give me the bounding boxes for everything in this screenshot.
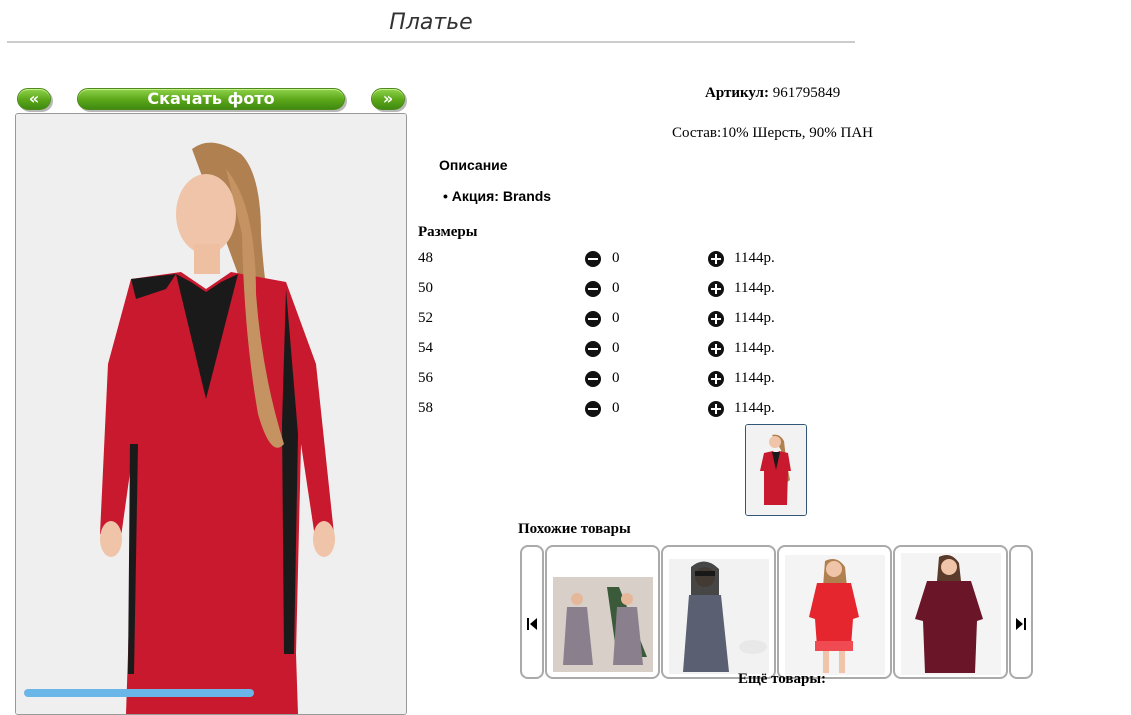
size-value: 56 bbox=[418, 370, 433, 386]
composition-text: Состав:10% Шерсть, 90% ПАН bbox=[672, 125, 874, 141]
carousel-prev-button[interactable] bbox=[520, 545, 544, 679]
article-number: Артикул: 961795849 bbox=[705, 85, 840, 102]
size-value: 50 bbox=[418, 280, 433, 296]
carousel-next-icon bbox=[1016, 618, 1026, 630]
article-label: Артикул: bbox=[705, 85, 769, 101]
increase-icon[interactable] bbox=[708, 401, 724, 417]
size-row: 48 0 1144р. bbox=[418, 250, 818, 272]
carousel-prev-icon bbox=[527, 618, 537, 630]
model-dress-image bbox=[16, 114, 406, 714]
price-value: 1144р. bbox=[734, 370, 775, 386]
description-title: Описание bbox=[439, 157, 508, 173]
price-value: 1144р. bbox=[734, 310, 775, 326]
size-row: 50 0 1144р. bbox=[418, 280, 818, 302]
quantity-value: 0 bbox=[612, 400, 620, 416]
size-value: 52 bbox=[418, 310, 433, 326]
carousel-next-button[interactable] bbox=[1009, 545, 1033, 679]
decrease-icon[interactable] bbox=[585, 311, 601, 327]
quantity-value: 0 bbox=[612, 280, 620, 296]
prev-photo-button[interactable]: « bbox=[17, 88, 51, 110]
similar-product-card[interactable] bbox=[893, 545, 1008, 679]
product-photo[interactable] bbox=[15, 113, 407, 715]
title-divider bbox=[7, 41, 855, 43]
similar-product-image bbox=[553, 577, 653, 672]
decrease-icon[interactable] bbox=[585, 251, 601, 267]
increase-icon[interactable] bbox=[708, 341, 724, 357]
quantity-value: 0 bbox=[612, 310, 620, 326]
similar-product-image bbox=[669, 559, 769, 674]
decrease-icon[interactable] bbox=[585, 341, 601, 357]
description-item-text: Акция: Brands bbox=[451, 188, 552, 204]
decrease-icon[interactable] bbox=[585, 281, 601, 297]
size-value: 58 bbox=[418, 400, 433, 416]
increase-icon[interactable] bbox=[708, 251, 724, 267]
price-value: 1144р. bbox=[734, 340, 775, 356]
quantity-value: 0 bbox=[612, 370, 620, 386]
download-photo-button[interactable]: Скачать фото bbox=[77, 88, 345, 110]
similar-product-card[interactable] bbox=[777, 545, 892, 679]
size-row: 52 0 1144р. bbox=[418, 310, 818, 332]
size-row: 54 0 1144р. bbox=[418, 340, 818, 362]
size-row: 56 0 1144р. bbox=[418, 370, 818, 392]
size-value: 54 bbox=[418, 340, 433, 356]
size-value: 48 bbox=[418, 250, 433, 266]
decrease-icon[interactable] bbox=[585, 371, 601, 387]
increase-icon[interactable] bbox=[708, 371, 724, 387]
price-value: 1144р. bbox=[734, 400, 775, 416]
increase-icon[interactable] bbox=[708, 311, 724, 327]
decrease-icon[interactable] bbox=[585, 401, 601, 417]
more-products-title: Ещё товары: bbox=[738, 671, 827, 687]
similar-product-image bbox=[901, 553, 1001, 675]
page-title: Платье bbox=[389, 10, 473, 35]
description-item: • Акция: Brands bbox=[443, 188, 552, 204]
size-row: 58 0 1144р. bbox=[418, 400, 818, 422]
next-photo-button[interactable]: » bbox=[371, 88, 405, 110]
increase-icon[interactable] bbox=[708, 281, 724, 297]
price-value: 1144р. bbox=[734, 280, 775, 296]
photo-caption-bar bbox=[24, 689, 254, 697]
sizes-title: Размеры bbox=[418, 224, 478, 240]
similar-products-title: Похожие товары bbox=[518, 521, 631, 537]
similar-product-image bbox=[785, 555, 885, 675]
price-value: 1144р. bbox=[734, 250, 775, 266]
quantity-value: 0 bbox=[612, 250, 620, 266]
article-value: 961795849 bbox=[772, 85, 841, 101]
similar-product-card[interactable] bbox=[545, 545, 660, 679]
similar-product-card[interactable] bbox=[661, 545, 776, 679]
quantity-value: 0 bbox=[612, 340, 620, 356]
photo-thumbnail[interactable] bbox=[745, 424, 807, 516]
thumbnail-image bbox=[746, 425, 806, 515]
